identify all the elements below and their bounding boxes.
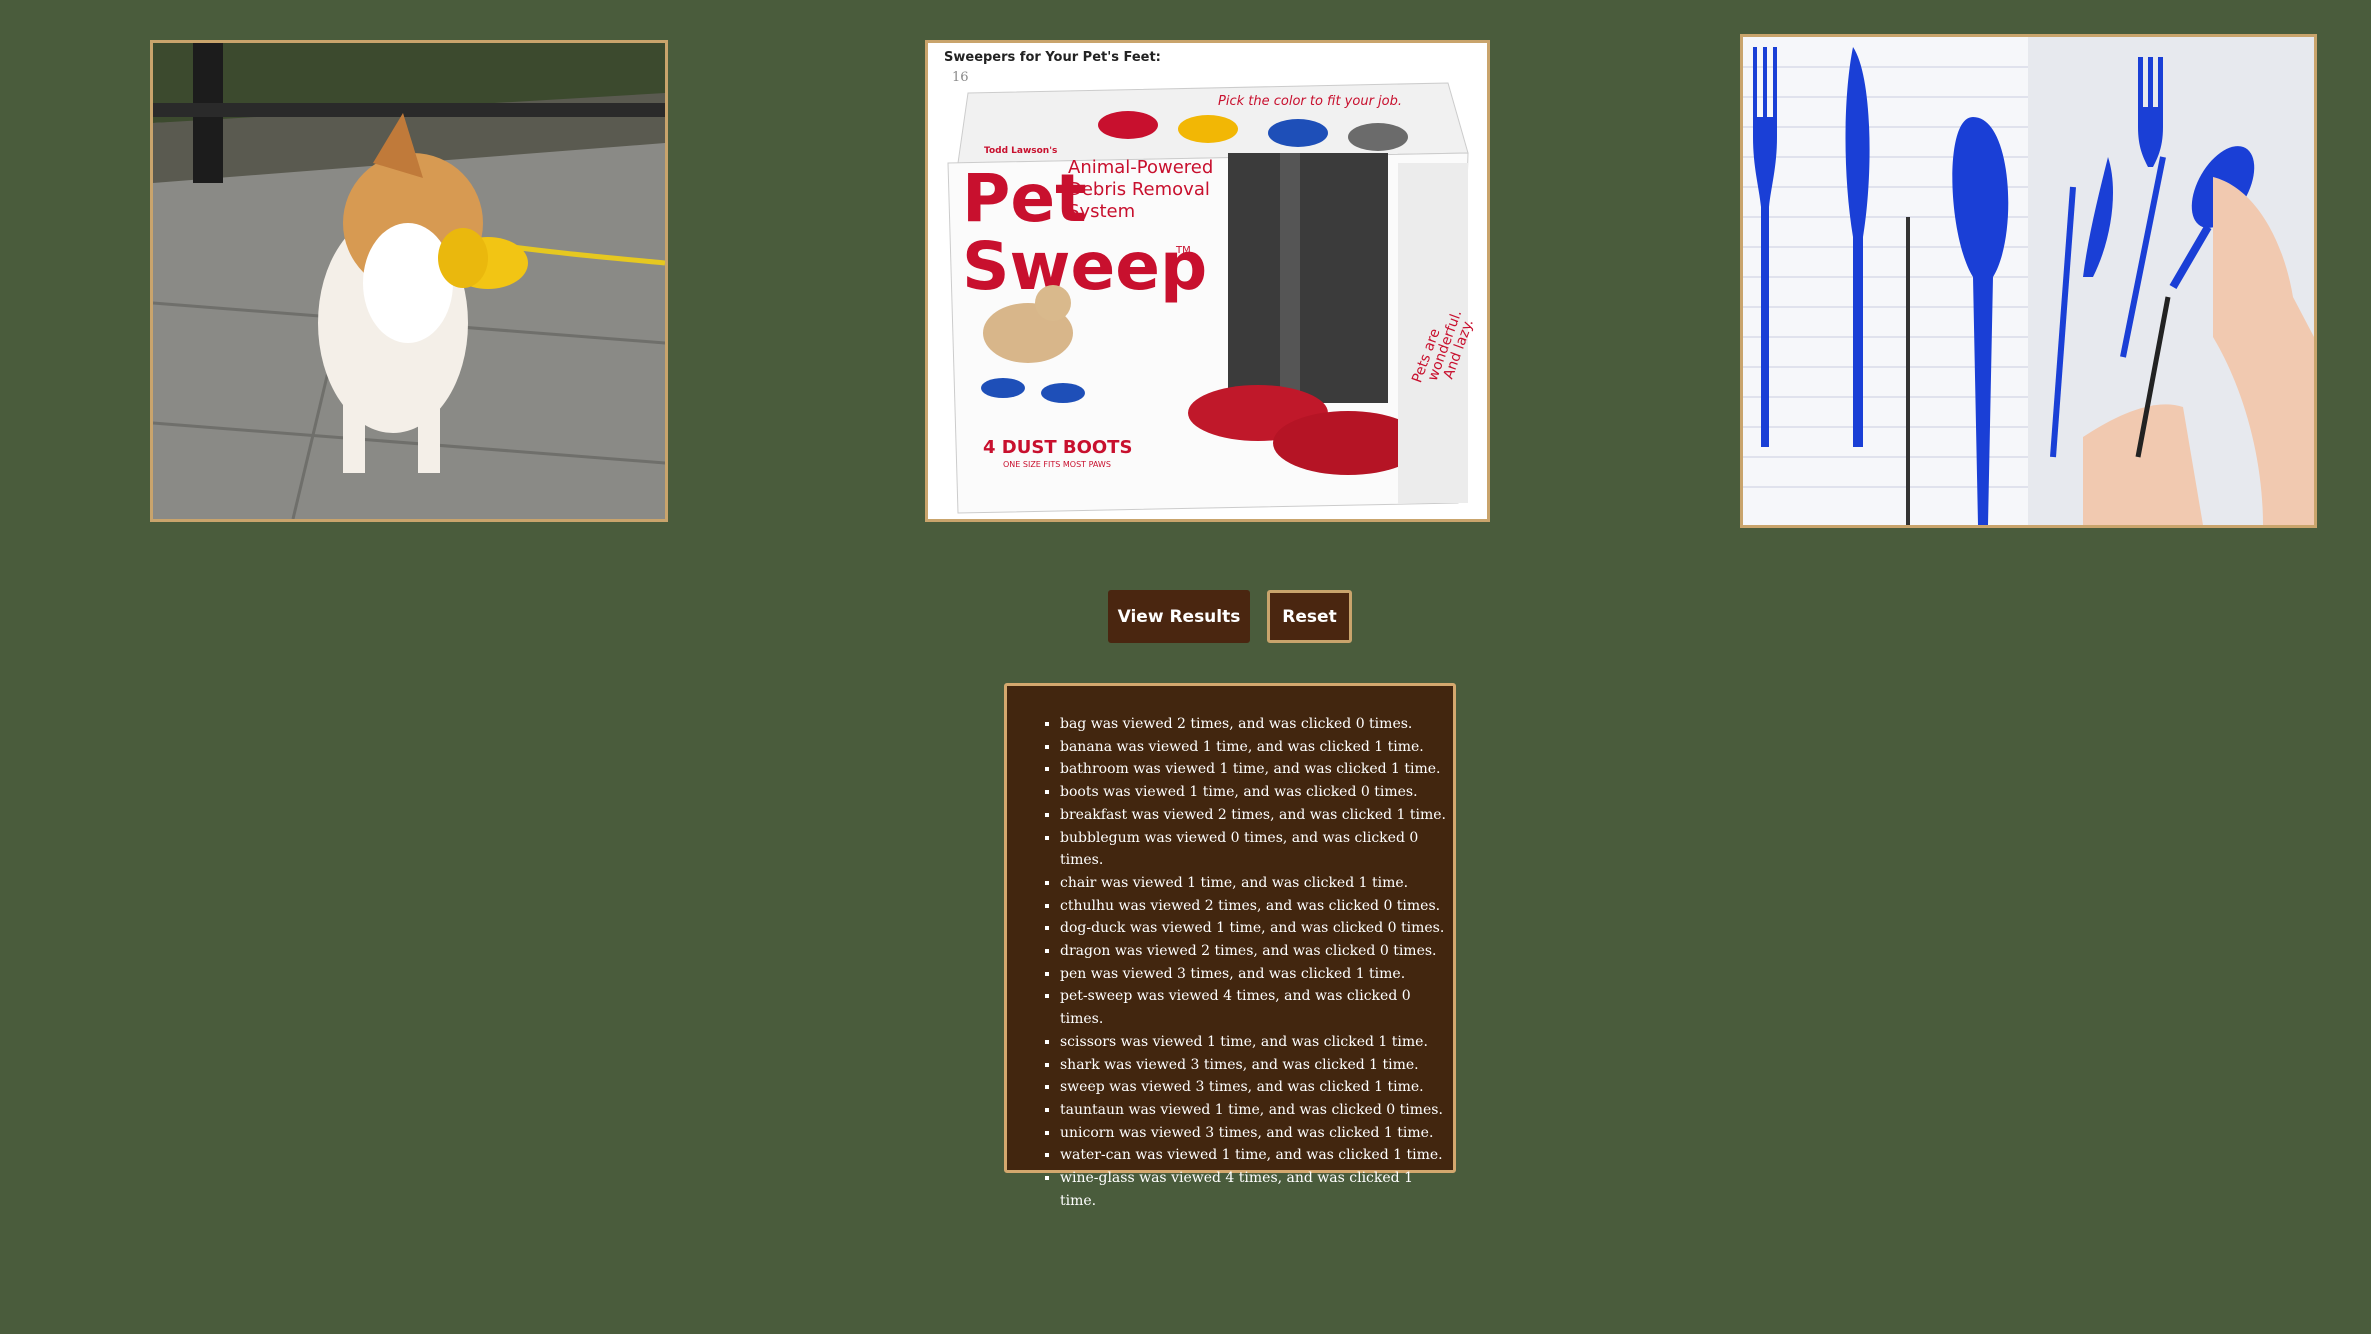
results-list-item: water-can was viewed 1 time, and was cli… xyxy=(1060,1144,1453,1167)
results-list-item: shark was viewed 3 times, and was clicke… xyxy=(1060,1054,1453,1077)
results-list-item: breakfast was viewed 2 times, and was cl… xyxy=(1060,804,1453,827)
results-list: bag was viewed 2 times, and was clicked … xyxy=(1007,713,1453,1212)
svg-text:Todd Lawson's: Todd Lawson's xyxy=(984,146,1057,156)
results-list-item: banana was viewed 1 time, and was clicke… xyxy=(1060,736,1453,759)
dog-duck-image xyxy=(153,43,665,519)
results-list-item: unicorn was viewed 3 times, and was clic… xyxy=(1060,1122,1453,1145)
pet-sweep-image: Sweepers for Your Pet's Feet: 16 Pick th… xyxy=(928,43,1487,519)
results-list-item: bag was viewed 2 times, and was clicked … xyxy=(1060,713,1453,736)
results-list-item: chair was viewed 1 time, and was clicked… xyxy=(1060,872,1453,895)
results-list-item: bathroom was viewed 1 time, and was clic… xyxy=(1060,758,1453,781)
product-image-pet-sweep[interactable]: Sweepers for Your Pet's Feet: 16 Pick th… xyxy=(925,40,1490,522)
svg-text:4 DUST BOOTS: 4 DUST BOOTS xyxy=(983,437,1132,458)
view-results-button[interactable]: View Results xyxy=(1108,590,1250,643)
results-list-item: dragon was viewed 2 times, and was click… xyxy=(1060,940,1453,963)
svg-text:Pick the color to fit your job: Pick the color to fit your job. xyxy=(1218,94,1402,109)
product-image-pen[interactable] xyxy=(1740,34,2317,528)
svg-text:16: 16 xyxy=(952,70,969,85)
results-list-item: tauntaun was viewed 1 time, and was clic… xyxy=(1060,1099,1453,1122)
svg-text:Debris Removal: Debris Removal xyxy=(1068,179,1210,200)
results-list-item: pen was viewed 3 times, and was clicked … xyxy=(1060,963,1453,986)
results-list-item: dog-duck was viewed 1 time, and was clic… xyxy=(1060,917,1453,940)
svg-text:TM: TM xyxy=(1175,245,1191,256)
results-list-item: sweep was viewed 3 times, and was clicke… xyxy=(1060,1076,1453,1099)
svg-text:ONE SIZE FITS MOST PAWS: ONE SIZE FITS MOST PAWS xyxy=(1003,460,1111,469)
reset-button[interactable]: Reset xyxy=(1267,590,1352,643)
results-list-item: cthulhu was viewed 2 times, and was clic… xyxy=(1060,895,1453,918)
results-list-item: boots was viewed 1 time, and was clicked… xyxy=(1060,781,1453,804)
svg-text:System: System xyxy=(1068,201,1135,222)
results-panel: bag was viewed 2 times, and was clicked … xyxy=(1004,683,1456,1209)
results-list-item: pet-sweep was viewed 4 times, and was cl… xyxy=(1060,985,1453,1030)
svg-text:Sweepers for Your Pet's Feet:: Sweepers for Your Pet's Feet: xyxy=(944,50,1161,65)
product-image-dog-duck[interactable] xyxy=(150,40,668,522)
svg-text:Animal-Powered: Animal-Powered xyxy=(1068,157,1213,178)
results-list-item: bubblegum was viewed 0 times, and was cl… xyxy=(1060,827,1453,872)
svg-text:Sweep: Sweep xyxy=(962,228,1207,305)
pen-cutlery-image xyxy=(1743,37,2314,525)
results-list-item: scissors was viewed 1 time, and was clic… xyxy=(1060,1031,1453,1054)
results-list-item: wine-glass was viewed 4 times, and was c… xyxy=(1060,1167,1453,1212)
